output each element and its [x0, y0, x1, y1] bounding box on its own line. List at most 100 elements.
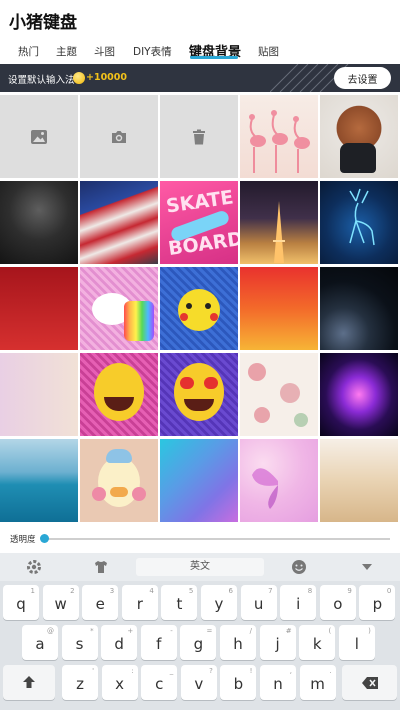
background-duck-toy[interactable] — [80, 439, 158, 522]
key-g[interactable]: g = — [180, 625, 217, 660]
key-i[interactable]: i8 — [280, 585, 317, 620]
key-label: b — [233, 675, 244, 693]
gear-icon[interactable] — [25, 558, 43, 576]
background-butterfly[interactable] — [240, 439, 318, 522]
backspace-icon — [362, 677, 378, 689]
opacity-slider-thumb[interactable] — [40, 534, 49, 543]
key-label: j — [275, 635, 280, 653]
key-p[interactable]: p0 — [359, 585, 396, 620]
background-gold-glitter[interactable] — [320, 439, 398, 522]
key-secondary-label: ' — [92, 667, 94, 675]
key-d[interactable]: d + — [101, 625, 138, 660]
key-m[interactable]: m. — [299, 665, 336, 700]
key-secondary-label: - — [170, 627, 173, 635]
key-secondary-label: ) — [368, 627, 371, 635]
key-j[interactable]: j # — [259, 625, 296, 660]
key-label: o — [333, 595, 343, 613]
background-floral[interactable] — [240, 353, 318, 436]
background-clown[interactable] — [0, 181, 78, 264]
background-dark-red[interactable] — [0, 267, 78, 350]
shift-arrow-icon — [23, 676, 35, 688]
key-b[interactable]: b! — [220, 665, 257, 700]
key-z[interactable]: z ' — [62, 665, 98, 700]
key-r[interactable]: r4 — [121, 585, 158, 620]
tab-diy-emoji[interactable]: DIY表情 — [133, 44, 172, 59]
key-q[interactable]: q1 — [3, 585, 39, 620]
key-a[interactable]: a @ — [22, 625, 58, 660]
key-label: g — [193, 635, 204, 653]
key-secondary-label: 2 — [70, 587, 75, 595]
language-switch[interactable]: 英文 — [136, 558, 264, 576]
key-label: m — [310, 675, 325, 693]
go-settings-button[interactable]: 去设置 — [334, 67, 391, 89]
opacity-slider-track[interactable] — [44, 538, 390, 540]
background-us-flag-face[interactable] — [80, 181, 158, 264]
key-secondary-label: 1 — [30, 587, 35, 595]
choose-from-gallery-tile[interactable] — [0, 95, 78, 178]
background-geometric[interactable] — [160, 439, 238, 522]
background-heart-eyes-emoji[interactable] — [160, 353, 238, 436]
shirt-icon[interactable] — [92, 558, 110, 576]
key-label: y — [214, 595, 224, 613]
key-c[interactable]: c _ — [141, 665, 178, 700]
key-k[interactable]: k( — [299, 625, 336, 660]
tab-hot[interactable]: 热门 — [18, 44, 39, 59]
key-u[interactable]: u7 — [240, 585, 277, 620]
background-neon-swirl[interactable] — [320, 353, 398, 436]
shift-key[interactable] — [3, 665, 55, 700]
opacity-control: 透明度 — [0, 528, 400, 550]
background-crying-laughing-emoji[interactable] — [80, 353, 158, 436]
tab-theme[interactable]: 主题 — [56, 44, 77, 59]
key-v[interactable]: v? — [180, 665, 217, 700]
key-label: z — [76, 675, 84, 693]
background-skate-board[interactable]: SKATE BOARD — [160, 181, 238, 264]
key-x[interactable]: x: — [101, 665, 138, 700]
key-l[interactable]: l) — [338, 625, 375, 660]
key-y[interactable]: y6 — [201, 585, 237, 620]
key-n[interactable]: n, — [260, 665, 296, 700]
collapse-keyboard-icon[interactable] — [358, 558, 376, 576]
background-sunset-gradient[interactable] — [240, 267, 318, 350]
background-sequin-pikachu[interactable] — [160, 267, 238, 350]
app-title: 小猪键盘 — [9, 13, 77, 33]
key-o[interactable]: o9 — [319, 585, 356, 620]
key-label: h — [233, 635, 243, 653]
opacity-label: 透明度 — [10, 535, 36, 545]
key-secondary-label: 4 — [149, 587, 154, 595]
key-label: x — [115, 675, 125, 693]
tab-meme[interactable]: 斗图 — [94, 44, 115, 59]
key-label: w — [54, 595, 67, 613]
key-h[interactable]: h / — [220, 625, 256, 660]
key-secondary-label: @ — [47, 627, 54, 635]
background-flamingos[interactable] — [240, 95, 318, 178]
backspace-key[interactable] — [342, 665, 397, 700]
key-secondary-label: : — [131, 667, 134, 675]
background-neon-deer[interactable] — [320, 181, 398, 264]
camera-icon — [112, 130, 126, 143]
key-secondary-label: ! — [249, 667, 253, 675]
background-eiffel-tower[interactable] — [240, 181, 318, 264]
key-secondary-label: = — [206, 627, 213, 635]
key-w[interactable]: w2 — [42, 585, 79, 620]
flamingo-image — [249, 110, 310, 173]
key-label: p — [372, 595, 383, 613]
key-label: e — [95, 595, 105, 613]
take-photo-tile[interactable] — [80, 95, 158, 178]
background-ocean[interactable] — [0, 439, 78, 522]
key-t[interactable]: t5 — [161, 585, 198, 620]
key-secondary-label: 6 — [228, 587, 233, 595]
background-planet-space[interactable] — [320, 267, 398, 350]
background-sequin-unicorn[interactable] — [80, 267, 158, 350]
key-secondary-label: _ — [169, 667, 174, 675]
key-secondary-label: 5 — [188, 587, 194, 595]
background-pastel-gradient[interactable] — [0, 353, 78, 436]
key-label: u — [253, 595, 264, 613]
key-s[interactable]: s * — [61, 625, 98, 660]
emoji-icon[interactable] — [290, 558, 308, 576]
key-f[interactable]: f- — [140, 625, 177, 660]
active-tab-indicator — [190, 56, 238, 59]
background-puppy[interactable] — [320, 95, 398, 178]
tab-stickers[interactable]: 贴图 — [258, 44, 279, 59]
delete-background-tile[interactable] — [160, 95, 238, 178]
key-e[interactable]: e3 — [82, 585, 119, 620]
